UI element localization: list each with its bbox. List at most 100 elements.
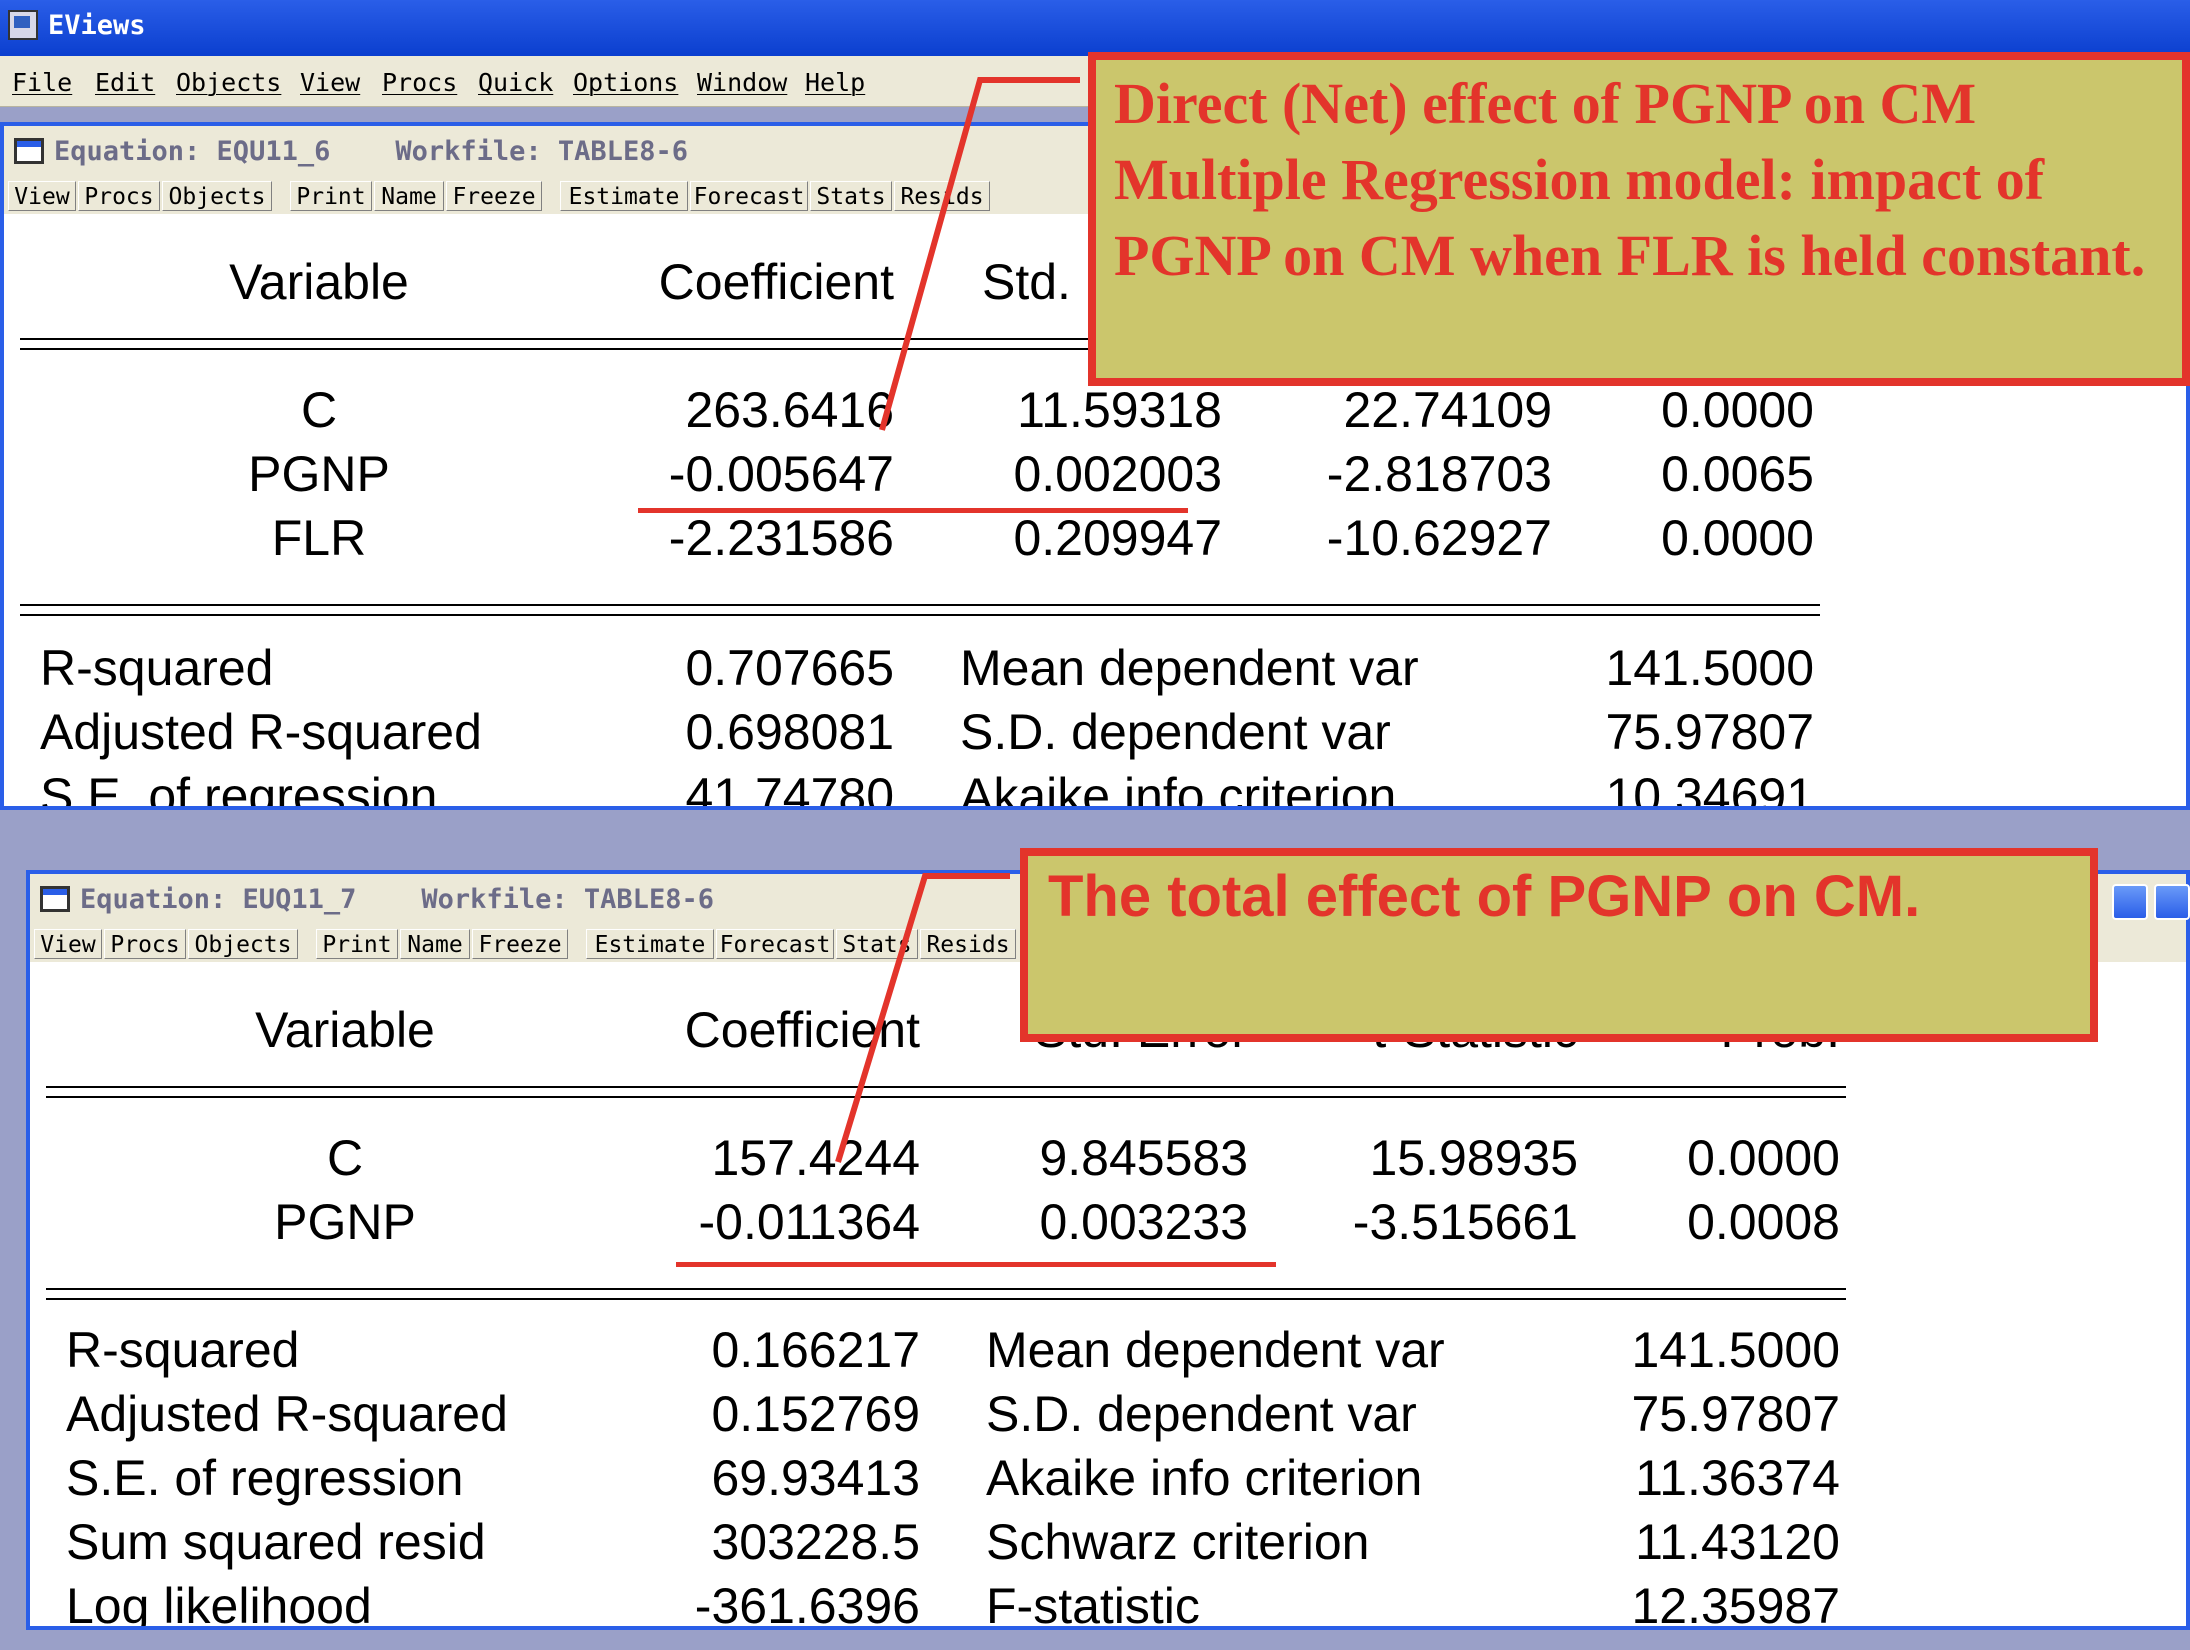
app-title-bar: EViews bbox=[0, 0, 2190, 56]
stat-label: Sum squared resid bbox=[66, 1514, 486, 1570]
menu-options[interactable]: Options bbox=[573, 68, 678, 97]
header-variable: Variable bbox=[255, 1002, 435, 1058]
toolbar-freeze-button[interactable]: Freeze bbox=[446, 181, 542, 211]
row-prob: 0.0065 bbox=[1661, 446, 1814, 502]
table-divider bbox=[20, 604, 1820, 606]
stat-label: Akaike info criterion bbox=[960, 768, 1397, 806]
toolbar-print-button[interactable]: Print bbox=[290, 181, 372, 211]
stat-label: S.D. dependent var bbox=[986, 1386, 1417, 1442]
stat-label: Akaike info criterion bbox=[986, 1450, 1423, 1506]
menu-objects[interactable]: Objects bbox=[176, 68, 281, 97]
toolbar-objects-button[interactable]: Objects bbox=[188, 929, 298, 959]
toolbar-procs-button[interactable]: Procs bbox=[104, 929, 186, 959]
toolbar-view-button[interactable]: View bbox=[34, 929, 102, 959]
row-t-statistic: -10.62927 bbox=[1326, 510, 1552, 566]
row-prob: 0.0008 bbox=[1687, 1194, 1840, 1250]
row-coefficient: -2.231586 bbox=[668, 510, 894, 566]
stat-value: 12.35987 bbox=[1631, 1578, 1840, 1626]
stat-value: 0.166217 bbox=[711, 1322, 920, 1378]
row-t-statistic: 22.74109 bbox=[1343, 382, 1552, 438]
row-t-statistic: 15.98935 bbox=[1369, 1130, 1578, 1186]
menu-edit[interactable]: Edit bbox=[95, 68, 155, 97]
stat-label: F-statistic bbox=[986, 1578, 1200, 1626]
row-prob: 0.0000 bbox=[1661, 510, 1814, 566]
equation-icon bbox=[40, 886, 70, 912]
stat-label: Schwarz criterion bbox=[986, 1514, 1370, 1570]
stat-label: S.D. dependent var bbox=[960, 704, 1391, 760]
toolbar-resids-button[interactable]: Resids bbox=[920, 929, 1016, 959]
toolbar-resids-button[interactable]: Resids bbox=[894, 181, 990, 211]
stat-value: 75.97807 bbox=[1605, 704, 1814, 760]
table-divider bbox=[46, 1288, 1846, 1290]
stat-value: -361.6396 bbox=[694, 1578, 920, 1626]
stat-label: Mean dependent var bbox=[960, 640, 1419, 696]
menu-window[interactable]: Window bbox=[697, 68, 787, 97]
stat-value: 41.74780 bbox=[685, 768, 894, 806]
coefficient-underline bbox=[638, 508, 1188, 513]
header-coefficient: Coefficient bbox=[658, 254, 894, 310]
table-divider bbox=[20, 614, 1820, 616]
row-prob: 0.0000 bbox=[1661, 382, 1814, 438]
stat-label: Log likelihood bbox=[66, 1578, 372, 1626]
header-coefficient: Coefficient bbox=[684, 1002, 920, 1058]
eviews-app-icon bbox=[8, 10, 38, 40]
row-variable: C bbox=[326, 1130, 364, 1186]
regression-output: Variable Coefficient Std. Error t-Statis… bbox=[30, 962, 2186, 1626]
stat-label: S.E. of regression bbox=[40, 768, 438, 806]
row-coefficient: 263.6416 bbox=[685, 382, 894, 438]
stat-value: 0.152769 bbox=[711, 1386, 920, 1442]
stat-value: 75.97807 bbox=[1631, 1386, 1840, 1442]
toolbar-stats-button[interactable]: Stats bbox=[810, 181, 892, 211]
maximize-button[interactable] bbox=[2154, 884, 2190, 920]
window-controls bbox=[2112, 884, 2190, 924]
menu-file[interactable]: File bbox=[12, 68, 72, 97]
toolbar-estimate-button[interactable]: Estimate bbox=[560, 181, 688, 211]
stat-label: Adjusted R-squared bbox=[66, 1386, 508, 1442]
stat-value: 141.5000 bbox=[1631, 1322, 1840, 1378]
toolbar-print-button[interactable]: Print bbox=[316, 929, 398, 959]
toolbar-forecast-button[interactable]: Forecast bbox=[690, 181, 808, 211]
menu-quick[interactable]: Quick bbox=[478, 68, 553, 97]
stat-value: 303228.5 bbox=[711, 1514, 920, 1570]
total-effect-callout: The total effect of PGNP on CM. bbox=[1020, 848, 2098, 1042]
stat-value: 141.5000 bbox=[1605, 640, 1814, 696]
toolbar-freeze-button[interactable]: Freeze bbox=[472, 929, 568, 959]
minimize-button[interactable] bbox=[2112, 884, 2148, 920]
row-std-error: 0.209947 bbox=[1013, 510, 1222, 566]
toolbar-stats-button[interactable]: Stats bbox=[836, 929, 918, 959]
row-coefficient: -0.011364 bbox=[698, 1194, 920, 1250]
header-divider bbox=[46, 1096, 1846, 1098]
stat-label: R-squared bbox=[66, 1322, 300, 1378]
toolbar-procs-button[interactable]: Procs bbox=[78, 181, 160, 211]
table-divider bbox=[46, 1298, 1846, 1300]
row-t-statistic: -3.515661 bbox=[1352, 1194, 1578, 1250]
equation-icon bbox=[14, 138, 44, 164]
header-divider bbox=[46, 1086, 1846, 1088]
stat-label: Adjusted R-squared bbox=[40, 704, 482, 760]
row-std-error: 9.845583 bbox=[1039, 1130, 1248, 1186]
stat-value: 69.93413 bbox=[711, 1450, 920, 1506]
row-std-error: 0.002003 bbox=[1013, 446, 1222, 502]
toolbar-estimate-button[interactable]: Estimate bbox=[586, 929, 714, 959]
stat-value: 11.43120 bbox=[1635, 1514, 1840, 1570]
menu-procs[interactable]: Procs bbox=[382, 68, 457, 97]
app-title: EViews bbox=[48, 10, 146, 41]
toolbar-name-button[interactable]: Name bbox=[374, 181, 444, 211]
toolbar-view-button[interactable]: View bbox=[8, 181, 76, 211]
coefficient-underline bbox=[676, 1262, 1276, 1267]
toolbar-forecast-button[interactable]: Forecast bbox=[716, 929, 834, 959]
row-variable: FLR bbox=[271, 510, 367, 566]
toolbar-objects-button[interactable]: Objects bbox=[162, 181, 272, 211]
menu-view[interactable]: View bbox=[300, 68, 360, 97]
stat-value: 10.34691 bbox=[1605, 768, 1814, 806]
menu-help[interactable]: Help bbox=[805, 68, 865, 97]
row-coefficient: -0.005647 bbox=[668, 446, 894, 502]
direct-effect-callout: Direct (Net) effect of PGNP on CM Multip… bbox=[1088, 52, 2190, 386]
row-variable: PGNP bbox=[274, 1194, 416, 1250]
toolbar-name-button[interactable]: Name bbox=[400, 929, 470, 959]
row-variable: PGNP bbox=[248, 446, 390, 502]
header-std-error: Std. bbox=[982, 254, 1071, 310]
stat-value: 0.698081 bbox=[685, 704, 894, 760]
row-std-error: 11.59318 bbox=[1017, 382, 1222, 438]
stat-label: S.E. of regression bbox=[66, 1450, 464, 1506]
